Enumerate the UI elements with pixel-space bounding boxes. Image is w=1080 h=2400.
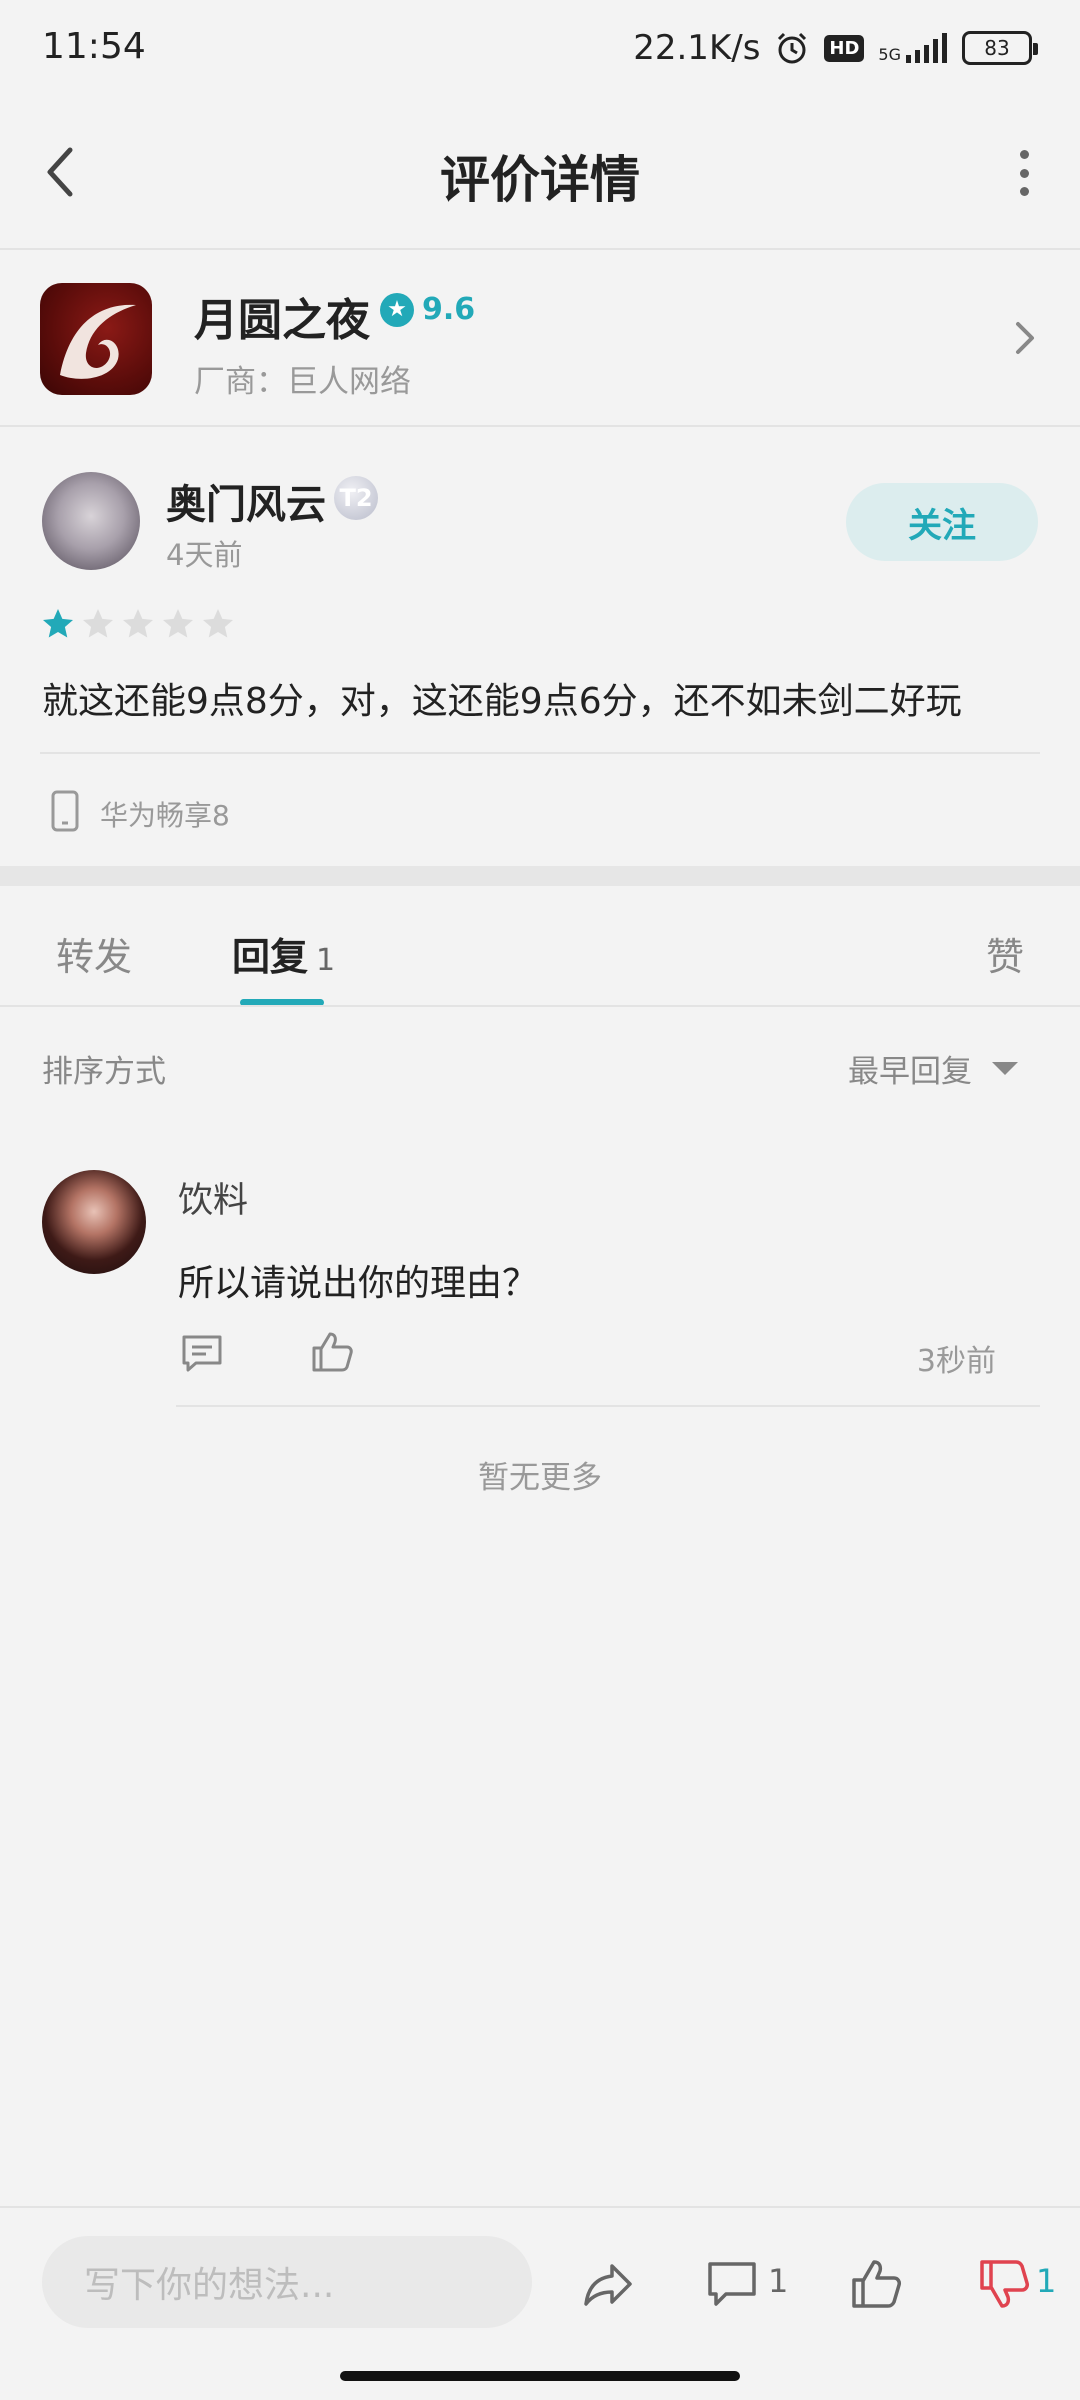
- rating-star-icon: ★: [380, 292, 414, 327]
- signal-icon: 5G: [878, 33, 948, 63]
- dislike-count: 1: [1036, 2262, 1057, 2300]
- caret-down-icon: [992, 1062, 1018, 1075]
- alarm-icon: [778, 32, 807, 64]
- divider: [0, 1005, 1080, 1007]
- comment-icon[interactable]: [704, 2256, 760, 2312]
- star-empty-icon: [83, 609, 113, 638]
- share-icon[interactable]: [580, 2256, 636, 2312]
- section-separator: [0, 866, 1080, 886]
- star-empty-icon: [203, 609, 233, 638]
- dislike-icon[interactable]: [976, 2256, 1032, 2312]
- tab-likes[interactable]: 赞: [986, 926, 1024, 981]
- like-icon[interactable]: [848, 2256, 904, 2312]
- game-name: 月圆之夜: [194, 295, 370, 346]
- divider: [0, 425, 1080, 427]
- tab-replies-count: 1: [316, 943, 336, 978]
- no-more-text: 暂无更多: [478, 1460, 602, 1496]
- tab-replies-label: 回复: [232, 935, 309, 979]
- status-time: 11:54: [42, 26, 146, 67]
- tab-forward[interactable]: 转发: [56, 926, 132, 981]
- game-vendor: 厂商：巨人网络: [194, 364, 411, 400]
- divider: [40, 752, 1040, 754]
- network-type: 5G: [878, 45, 901, 64]
- review-text: 就这还能9点8分，对，这还能9点6分，还不如未剑二好玩: [42, 681, 962, 722]
- status-icons: 22.1K/s HD 5G 83: [633, 22, 1038, 74]
- star-empty-icon: [123, 609, 153, 638]
- rating-value: 9.6: [422, 292, 476, 327]
- tab-replies[interactable]: 回复 1: [232, 926, 335, 981]
- divider: [0, 2206, 1080, 2208]
- sort-dropdown[interactable]: 最早回复: [848, 1046, 1018, 1091]
- thumbs-up-icon[interactable]: [310, 1330, 354, 1374]
- reply-avatar[interactable]: [42, 1170, 146, 1274]
- hd-badge: HD: [824, 34, 865, 62]
- comment-input[interactable]: 写下你的想法...: [42, 2236, 532, 2328]
- game-card[interactable]: [0, 250, 1080, 425]
- game-rating: ★ 9.6: [380, 292, 475, 327]
- reply-text: 所以请说出你的理由？: [178, 1263, 539, 1304]
- reply-username[interactable]: 饮料: [178, 1172, 248, 1223]
- comment-count: 1: [768, 2262, 789, 2300]
- star-rating: [40, 606, 236, 642]
- home-indicator[interactable]: [340, 2371, 740, 2381]
- game-icon: [40, 283, 152, 395]
- follow-button[interactable]: 关注: [846, 483, 1038, 561]
- reply-comment-icon[interactable]: [180, 1333, 224, 1373]
- signal-bars-icon: [906, 33, 947, 63]
- more-options-icon[interactable]: [1014, 150, 1034, 196]
- device-name: 华为畅享8: [100, 799, 230, 832]
- star-filled-icon: [43, 609, 73, 638]
- battery-icon: 83: [962, 31, 1038, 65]
- author-avatar[interactable]: [42, 472, 140, 570]
- star-empty-icon: [163, 609, 193, 638]
- level-badge: T2: [334, 476, 378, 520]
- reply-time: 3秒前: [916, 1344, 996, 1379]
- page-title: 评价详情: [440, 151, 640, 209]
- post-time: 4天前: [166, 538, 243, 572]
- network-speed: 22.1K/s: [633, 28, 761, 68]
- chevron-right-icon: [1016, 322, 1034, 354]
- sort-selected: 最早回复: [848, 1054, 972, 1090]
- author-name[interactable]: 奥门风云: [166, 472, 326, 530]
- divider: [176, 1405, 1040, 1407]
- phone-icon: [51, 790, 79, 832]
- sort-label: 排序方式: [42, 1054, 166, 1090]
